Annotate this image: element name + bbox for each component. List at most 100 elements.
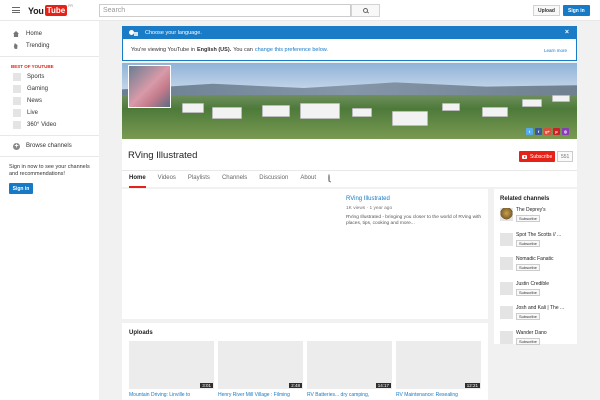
pinterest-icon[interactable]: p bbox=[553, 128, 560, 135]
featured-video-meta: 1K views · 1 year ago bbox=[346, 206, 393, 211]
menu-icon[interactable] bbox=[12, 7, 20, 13]
close-icon[interactable]: × bbox=[565, 29, 569, 36]
related-channel-item: Nomadic Fanatic Subscribe bbox=[494, 254, 577, 279]
logo-you-text: You bbox=[28, 5, 44, 16]
banner-rv bbox=[300, 103, 340, 119]
sidebar-divider bbox=[0, 135, 99, 136]
home-icon bbox=[13, 31, 19, 37]
sidebar-divider bbox=[0, 56, 99, 57]
language-middle-text: You can bbox=[233, 46, 253, 53]
related-channel-item: Josh and Kali | The ... Subscribe bbox=[494, 303, 577, 328]
featured-video-description: RVing Illustrated - bringing you closer … bbox=[346, 215, 482, 226]
related-channel-name[interactable]: The Deprey's bbox=[516, 207, 574, 213]
sidebar-item-trending[interactable]: Trending bbox=[0, 40, 99, 52]
related-channel-name[interactable]: Josh and Kali | The ... bbox=[516, 305, 574, 311]
search-input[interactable]: Search bbox=[99, 4, 351, 17]
video-title[interactable]: Mountain Driving: Linville to bbox=[129, 392, 214, 398]
subscribe-button[interactable]: Subscribe bbox=[516, 264, 540, 272]
upload-button[interactable]: Upload bbox=[533, 5, 560, 16]
facebook-icon[interactable]: f bbox=[535, 128, 542, 135]
channel-thumbnail[interactable] bbox=[500, 257, 513, 271]
related-channels-heading: Related channels bbox=[500, 196, 550, 202]
sign-in-button[interactable]: Sign in bbox=[563, 5, 590, 16]
sidebar-item-label: Browse channels bbox=[26, 143, 72, 149]
sidebar-item-home[interactable]: Home bbox=[0, 28, 99, 40]
subscribe-button[interactable]: Subscribe bbox=[519, 151, 556, 162]
uploads-section: Uploads 3:01 Mountain Driving: Linville … bbox=[122, 323, 488, 400]
channel-thumbnail bbox=[13, 85, 21, 93]
language-banner: Choose your language. × You're viewing Y… bbox=[122, 26, 577, 61]
channel-tabs: Home Videos Playlists Channels Discussio… bbox=[122, 170, 577, 188]
channel-thumbnail[interactable] bbox=[500, 232, 513, 246]
video-card[interactable]: 12:21 RV Maintenance: Resealing bbox=[396, 341, 481, 398]
sidebar-item-label: Live bbox=[27, 110, 39, 116]
related-channel-item: The Deprey's Subscribe bbox=[494, 205, 577, 230]
channel-title-row: RVing Illustrated Subscribe 551 bbox=[122, 147, 577, 163]
video-thumbnail[interactable]: 14:17 bbox=[307, 341, 392, 389]
video-card[interactable]: 2:48 Henry River Mill Village : Filming bbox=[218, 341, 303, 398]
tab-playlists[interactable]: Playlists bbox=[188, 171, 210, 188]
featured-video-player[interactable] bbox=[129, 194, 336, 312]
video-title[interactable]: Henry River Mill Village : Filming bbox=[218, 392, 303, 398]
channel-search-button[interactable] bbox=[328, 174, 334, 182]
banner-rv bbox=[212, 107, 242, 119]
instagram-icon[interactable]: ◎ bbox=[562, 128, 569, 135]
search-button[interactable] bbox=[351, 4, 380, 17]
tab-about[interactable]: About bbox=[300, 171, 316, 188]
video-thumbnail[interactable]: 2:48 bbox=[218, 341, 303, 389]
channel-thumbnail[interactable] bbox=[500, 208, 513, 221]
channel-thumbnail[interactable] bbox=[500, 330, 513, 344]
youtube-logo[interactable]: You Tube FR bbox=[28, 4, 73, 17]
subscribe-button[interactable]: Subscribe bbox=[516, 313, 540, 321]
twitter-icon[interactable]: t bbox=[526, 128, 533, 135]
tab-discussion[interactable]: Discussion bbox=[259, 171, 288, 188]
sidebar-divider bbox=[0, 156, 99, 157]
tab-channels[interactable]: Channels bbox=[222, 171, 247, 188]
sidebar-item-label: 360° Video bbox=[27, 122, 57, 128]
sidebar-sign-in-button[interactable]: Sign in bbox=[9, 183, 33, 194]
sidebar-item-sports[interactable]: Sports bbox=[0, 71, 99, 83]
subscribe-button[interactable]: Subscribe bbox=[516, 288, 540, 296]
channel-thumbnail[interactable] bbox=[500, 281, 513, 295]
subscribe-button[interactable]: Subscribe bbox=[516, 215, 540, 222]
tab-home[interactable]: Home bbox=[129, 171, 146, 188]
subscribe-button[interactable]: Subscribe bbox=[516, 239, 540, 247]
sidebar-item-label: Home bbox=[26, 31, 43, 37]
video-thumbnail[interactable]: 3:01 bbox=[129, 341, 214, 389]
channel-avatar[interactable] bbox=[128, 65, 171, 108]
banner-rv bbox=[352, 108, 372, 117]
sidebar-item-browse-channels[interactable]: + Browse channels bbox=[0, 140, 99, 152]
sidebar-item-live[interactable]: Live bbox=[0, 107, 99, 119]
youtube-play-icon bbox=[522, 154, 527, 159]
related-channel-name[interactable]: Nomadic Fanatic bbox=[516, 256, 574, 262]
video-duration: 14:17 bbox=[375, 383, 391, 388]
related-channel-item: Wander Dano Subscribe bbox=[494, 328, 577, 353]
sidebar-item-news[interactable]: News bbox=[0, 95, 99, 107]
sidebar-item-gaming[interactable]: Gaming bbox=[0, 83, 99, 95]
language-banner-heading: Choose your language. bbox=[145, 30, 202, 36]
video-card[interactable]: 3:01 Mountain Driving: Linville to bbox=[129, 341, 214, 398]
related-channel-item: Spot The Scotts // ... Subscribe bbox=[494, 230, 577, 255]
channel-banner: t f g+ p ◎ bbox=[122, 63, 577, 139]
video-title[interactable]: RV Maintenance: Resealing bbox=[396, 392, 481, 398]
channel-thumbnail[interactable] bbox=[500, 306, 513, 320]
channel-title[interactable]: RVing Illustrated bbox=[128, 150, 197, 161]
google-plus-icon[interactable]: g+ bbox=[544, 128, 551, 135]
search-icon bbox=[363, 8, 368, 13]
video-title[interactable]: RV Batteries... dry camping, bbox=[307, 392, 392, 398]
uploads-heading[interactable]: Uploads bbox=[129, 330, 153, 336]
tab-videos[interactable]: Videos bbox=[158, 171, 176, 188]
related-channel-name[interactable]: Wander Dano bbox=[516, 330, 574, 336]
change-language-link[interactable]: change this preference below. bbox=[255, 47, 328, 53]
subscribe-button[interactable]: Subscribe bbox=[516, 337, 540, 345]
video-thumbnail[interactable]: 12:21 bbox=[396, 341, 481, 389]
sidebar-item-360-video[interactable]: 360° Video bbox=[0, 119, 99, 131]
featured-video-title[interactable]: RVing Illustrated bbox=[346, 196, 390, 202]
learn-more-link[interactable]: Learn more bbox=[544, 48, 567, 53]
banner-rv bbox=[392, 111, 428, 126]
related-channel-name[interactable]: Spot The Scotts // ... bbox=[516, 232, 574, 238]
related-channel-name[interactable]: Justin Credible bbox=[516, 281, 574, 287]
current-language: English (US). bbox=[196, 46, 232, 53]
video-card[interactable]: 14:17 RV Batteries... dry camping, bbox=[307, 341, 392, 398]
channel-thumbnail bbox=[13, 73, 21, 81]
